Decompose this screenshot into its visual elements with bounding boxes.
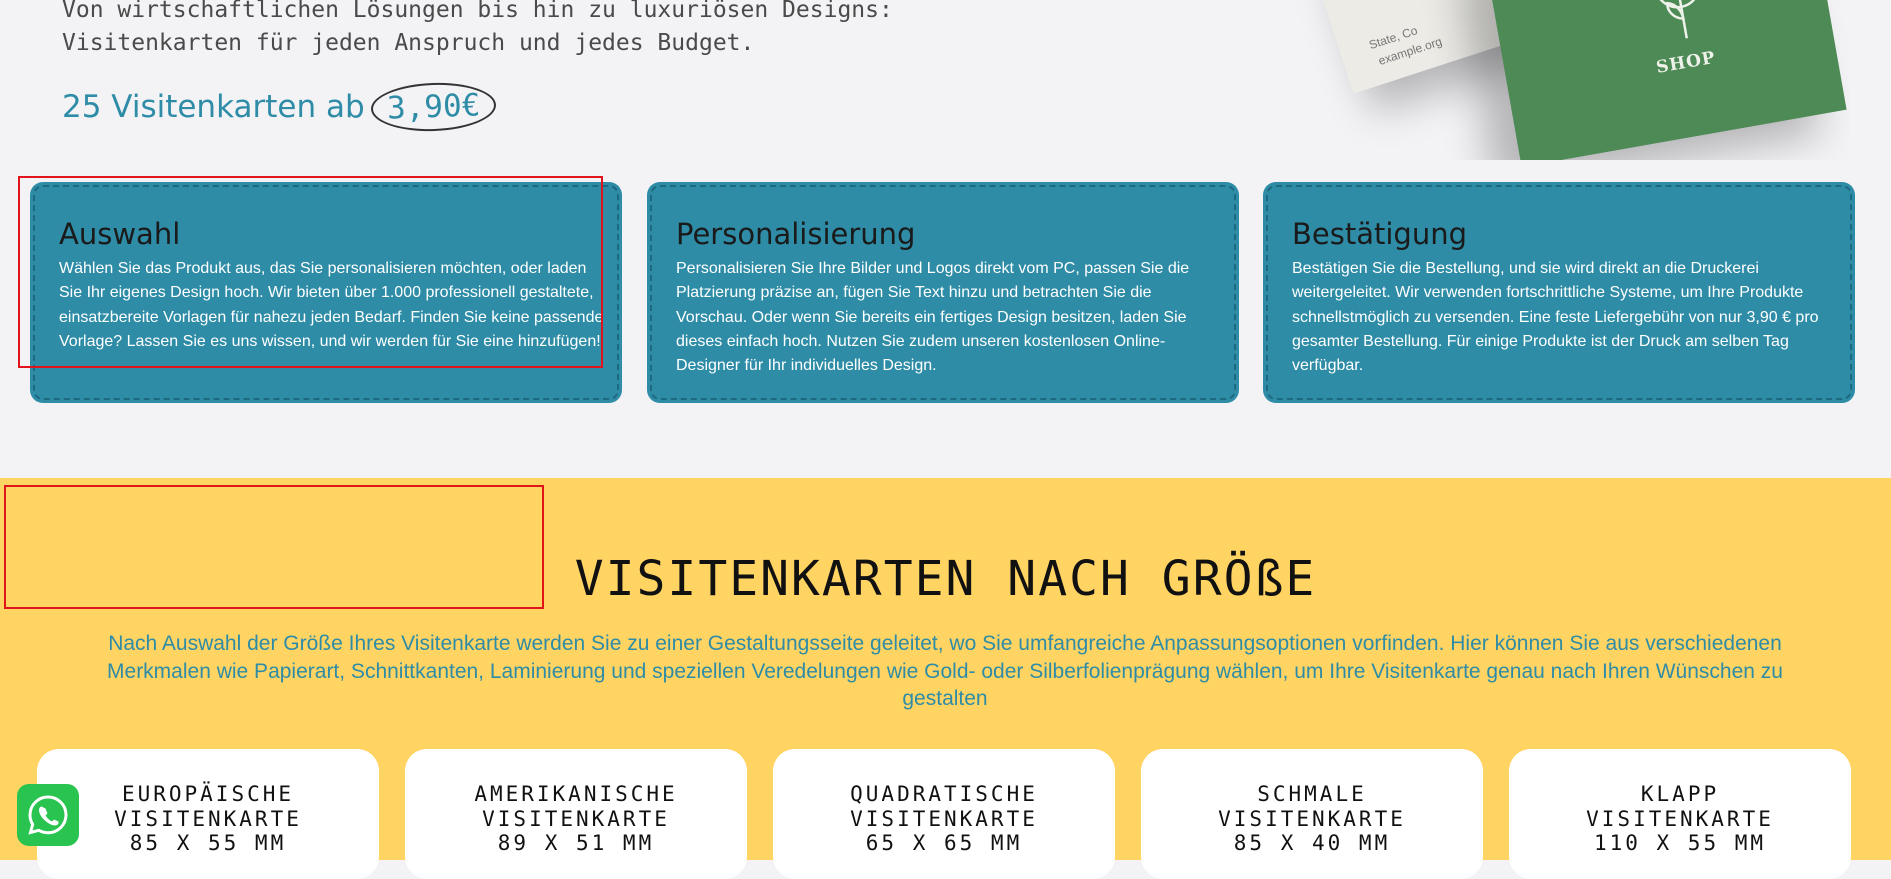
step-card-personalisierung: Personalisierung Personalisieren Sie Ihr…: [650, 185, 1236, 400]
size-name: QUADRATISCHE: [850, 782, 1038, 806]
size-name: EUROPÄISCHE: [121, 782, 295, 806]
intro-line-2: Visitenkarten für jeden Anspruch und jed…: [62, 30, 755, 56]
size-type: VISITENKARTE: [850, 806, 1038, 831]
size-type: VISITENKARTE: [1218, 806, 1406, 831]
highlight-box: [18, 176, 603, 368]
whatsapp-button[interactable]: [17, 784, 79, 846]
step-title: Personalisierung: [676, 217, 916, 251]
size-dimensions: 110 X 55 MM: [1593, 831, 1767, 855]
sizes-description: Nach Auswahl der Größe Ihres Visitenkart…: [107, 632, 1783, 710]
size-card-label: AMERIKANISCHE VISITENKARTE 89 X 51 MM: [405, 782, 747, 856]
price-teaser: 25 Visitenkarten ab 3,90€: [62, 80, 497, 134]
step-card-bestaetigung: Bestätigung Bestätigen Sie die Bestellun…: [1266, 185, 1852, 400]
size-name: AMERIKANISCHE: [474, 782, 678, 806]
step-text: Personalisieren Sie Ihre Bilder und Logo…: [676, 260, 1190, 375]
size-name: KLAPP: [1640, 782, 1720, 806]
highlight-box: [4, 485, 544, 609]
step-text: Bestätigen Sie die Bestellung, und sie w…: [1292, 260, 1819, 375]
size-dimensions: 65 X 65 MM: [865, 831, 1023, 855]
size-name: SCHMALE: [1257, 782, 1367, 806]
size-card-label: KLAPP VISITENKARTE 110 X 55 MM: [1509, 782, 1851, 856]
green-card: SHOP: [1483, 0, 1847, 160]
size-card-label: EUROPÄISCHE VISITENKARTE 85 X 55 MM: [37, 782, 379, 856]
business-card-image: State, Co example.org SHOP: [1290, 0, 1850, 160]
price-prefix: 25 Visitenkarten ab: [62, 89, 365, 125]
size-type: VISITENKARTE: [482, 806, 670, 831]
plant-logo-icon: [1654, 0, 1701, 39]
step-title: Bestätigung: [1292, 217, 1467, 251]
shop-text: SHOP: [1654, 47, 1718, 78]
size-dimensions: 89 X 51 MM: [497, 831, 655, 855]
size-type: VISITENKARTE: [114, 806, 302, 831]
price-value: 3,90€: [369, 80, 497, 134]
size-card-label: SCHMALE VISITENKARTE 85 X 40 MM: [1141, 782, 1483, 856]
size-card-label: QUADRATISCHE VISITENKARTE 65 X 65 MM: [773, 782, 1115, 856]
whatsapp-icon: [28, 795, 68, 835]
size-dimensions: 85 X 55 MM: [129, 831, 287, 855]
size-dimensions: 85 X 40 MM: [1233, 831, 1391, 855]
size-type: VISITENKARTE: [1586, 806, 1774, 831]
intro-line-1: Von wirtschaftlichen Lösungen bis hin zu…: [62, 0, 893, 23]
